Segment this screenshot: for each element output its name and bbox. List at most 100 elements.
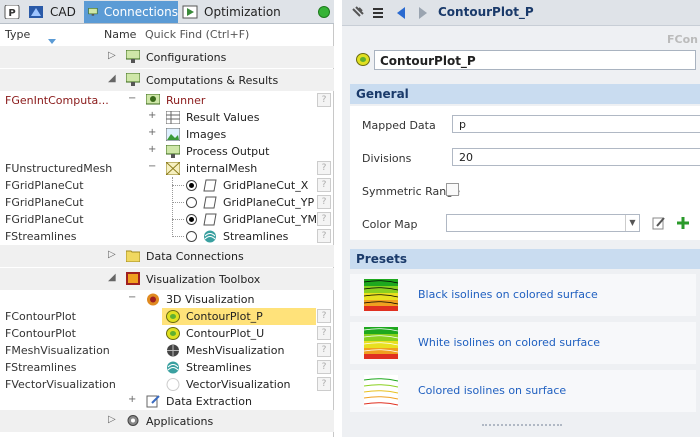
- expand-icon[interactable]: ▷: [108, 414, 116, 425]
- tree-item-internal-mesh[interactable]: FUnstructuredMesh − internalMesh ?: [0, 160, 334, 177]
- expand-icon[interactable]: +: [148, 144, 156, 155]
- expand-icon[interactable]: ▷: [108, 249, 116, 260]
- help-icon[interactable]: ?: [317, 326, 331, 340]
- tree-item-mesh-visualization[interactable]: FMeshVisualization MeshVisualization ?: [0, 342, 334, 359]
- tree-item-gridplanecut-yp[interactable]: FGridPlaneCut GridPlaneCut_YP ?: [0, 194, 334, 211]
- tree-item-3d-visualization[interactable]: − 3D Visualization: [0, 291, 334, 308]
- status-ok-icon[interactable]: [318, 6, 330, 18]
- help-icon[interactable]: ?: [317, 93, 331, 107]
- tree-item-process-output[interactable]: + Process Output: [0, 143, 334, 160]
- expand-icon[interactable]: +: [148, 110, 156, 121]
- expand-icon[interactable]: ▷: [108, 50, 116, 61]
- preset-black-isolines-link[interactable]: Black isolines on colored surface: [418, 288, 598, 301]
- collapse-icon[interactable]: −: [128, 292, 136, 303]
- tree-item-data-extraction[interactable]: + Data Extraction: [0, 393, 334, 410]
- help-icon[interactable]: ?: [317, 178, 331, 192]
- mapped-data-field[interactable]: p: [452, 115, 700, 133]
- divisions-field[interactable]: 20: [452, 148, 700, 166]
- color-map-label: Color Map: [362, 218, 418, 231]
- contour-plot-icon: [166, 310, 180, 323]
- help-icon[interactable]: ?: [317, 360, 331, 374]
- tree-item-data-connections[interactable]: ▷ Data Connections: [0, 245, 334, 267]
- visibility-radio[interactable]: [186, 231, 197, 242]
- resize-grip[interactable]: [482, 424, 562, 426]
- tab-connections[interactable]: Connections: [84, 1, 178, 23]
- tree-item-streamlines-viz[interactable]: FStreamlines Streamlines ?: [0, 359, 334, 376]
- contour-plot-icon: [166, 327, 180, 340]
- visibility-radio[interactable]: [186, 197, 197, 208]
- collapse-icon[interactable]: −: [128, 93, 136, 104]
- tree-item-computations[interactable]: ◢ Computations & Results: [0, 69, 334, 91]
- help-icon[interactable]: ?: [317, 195, 331, 209]
- visibility-radio[interactable]: [186, 180, 197, 191]
- collapse-icon[interactable]: ◢: [108, 272, 116, 283]
- type-label: FGridPlaneCut: [5, 179, 84, 192]
- color-map-dropdown[interactable]: ▼: [446, 214, 640, 232]
- tab-cad-label: CAD: [50, 5, 76, 19]
- chevron-down-icon[interactable]: ▼: [625, 215, 639, 231]
- tree-item-applications[interactable]: ▷ Applications: [0, 410, 334, 432]
- p-icon: P: [4, 5, 20, 19]
- tree-item-vector-visualization[interactable]: FVectorVisualization VectorVisualization…: [0, 376, 334, 393]
- tree-label: Result Values: [186, 111, 260, 124]
- add-icon[interactable]: [676, 216, 690, 230]
- monitor-icon: [166, 145, 180, 158]
- pin-icon[interactable]: [350, 6, 364, 20]
- help-icon[interactable]: ?: [317, 161, 331, 175]
- help-icon[interactable]: ?: [317, 377, 331, 391]
- section-presets[interactable]: Presets: [350, 249, 700, 269]
- help-icon[interactable]: ?: [317, 212, 331, 226]
- section-general[interactable]: General: [350, 84, 700, 104]
- expand-icon[interactable]: +: [128, 394, 136, 405]
- menu-icon[interactable]: [372, 7, 384, 19]
- col-name[interactable]: Name: [104, 28, 136, 41]
- tree-item-runner[interactable]: FGenIntComputa... − Runner ?: [0, 92, 334, 109]
- general-body: Mapped Data p Divisions 20 Symmetric Ran…: [350, 106, 700, 240]
- tree-guide: [172, 185, 184, 186]
- tree-item-images[interactable]: + Images: [0, 126, 334, 143]
- quick-find[interactable]: Quick Find (Ctrl+F): [145, 28, 249, 41]
- type-label: FUnstructuredMesh: [5, 162, 113, 175]
- tree-item-contourplot-u[interactable]: FContourPlot ContourPlot_U ?: [0, 325, 334, 342]
- tree-guide: [172, 236, 184, 237]
- tree-item-visualization-toolbox[interactable]: ◢ Visualization Toolbox: [0, 268, 334, 290]
- contour-plot-icon: [356, 53, 370, 66]
- tab-cad[interactable]: CAD: [28, 1, 82, 23]
- edit-icon[interactable]: [652, 216, 666, 230]
- tree-label: internalMesh: [186, 162, 258, 175]
- tree-item-gridplanecut-ym[interactable]: FGridPlaneCut GridPlaneCut_YM ?: [0, 211, 334, 228]
- forward-arrow-icon[interactable]: [417, 6, 429, 20]
- tab-optimization[interactable]: Optimization: [182, 1, 282, 23]
- preset-white-isolines-link[interactable]: White isolines on colored surface: [418, 336, 600, 349]
- tree-item-contourplot-p[interactable]: FContourPlot ContourPlot_P ?: [0, 308, 334, 325]
- collapse-icon[interactable]: ◢: [108, 73, 116, 84]
- object-name-field[interactable]: ContourPlot_P: [374, 50, 696, 70]
- help-icon[interactable]: ?: [317, 309, 331, 323]
- tree-item-gridplanecut-x[interactable]: FGridPlaneCut GridPlaneCut_X ?: [0, 177, 334, 194]
- tree-label: Runner: [166, 94, 206, 107]
- collapse-icon[interactable]: −: [148, 161, 156, 172]
- tree-item-streamlines[interactable]: FStreamlines Streamlines ?: [0, 228, 334, 245]
- plane-cut-icon: [203, 179, 217, 192]
- table-icon: [166, 111, 180, 124]
- data-extraction-icon: [146, 395, 160, 408]
- preset-colored-isolines-link[interactable]: Colored isolines on surface: [418, 384, 566, 397]
- tree-guide: [172, 202, 184, 203]
- expand-icon[interactable]: +: [148, 127, 156, 138]
- help-icon[interactable]: ?: [317, 229, 331, 243]
- preset-white-isolines[interactable]: White isolines on colored surface: [350, 322, 696, 364]
- col-type[interactable]: Type: [5, 28, 30, 41]
- vector-visualization-icon: [166, 378, 180, 391]
- tree-item-configurations[interactable]: ▷ Configurations: [0, 46, 334, 68]
- tree-item-result-values[interactable]: + Result Values: [0, 109, 334, 126]
- back-arrow-icon[interactable]: [395, 6, 407, 20]
- tree-label: GridPlaneCut_YP: [223, 196, 315, 209]
- preset-black-isolines[interactable]: Black isolines on colored surface: [350, 274, 696, 316]
- visibility-radio[interactable]: [186, 214, 197, 225]
- help-icon[interactable]: ?: [317, 343, 331, 357]
- preset-colored-isolines[interactable]: Colored isolines on surface: [350, 370, 696, 412]
- preset-white-isolines-thumbnail: [364, 327, 398, 359]
- tab-p[interactable]: P: [4, 1, 22, 23]
- tree-label: Streamlines: [223, 230, 289, 243]
- symmetric-range-checkbox[interactable]: [446, 183, 459, 196]
